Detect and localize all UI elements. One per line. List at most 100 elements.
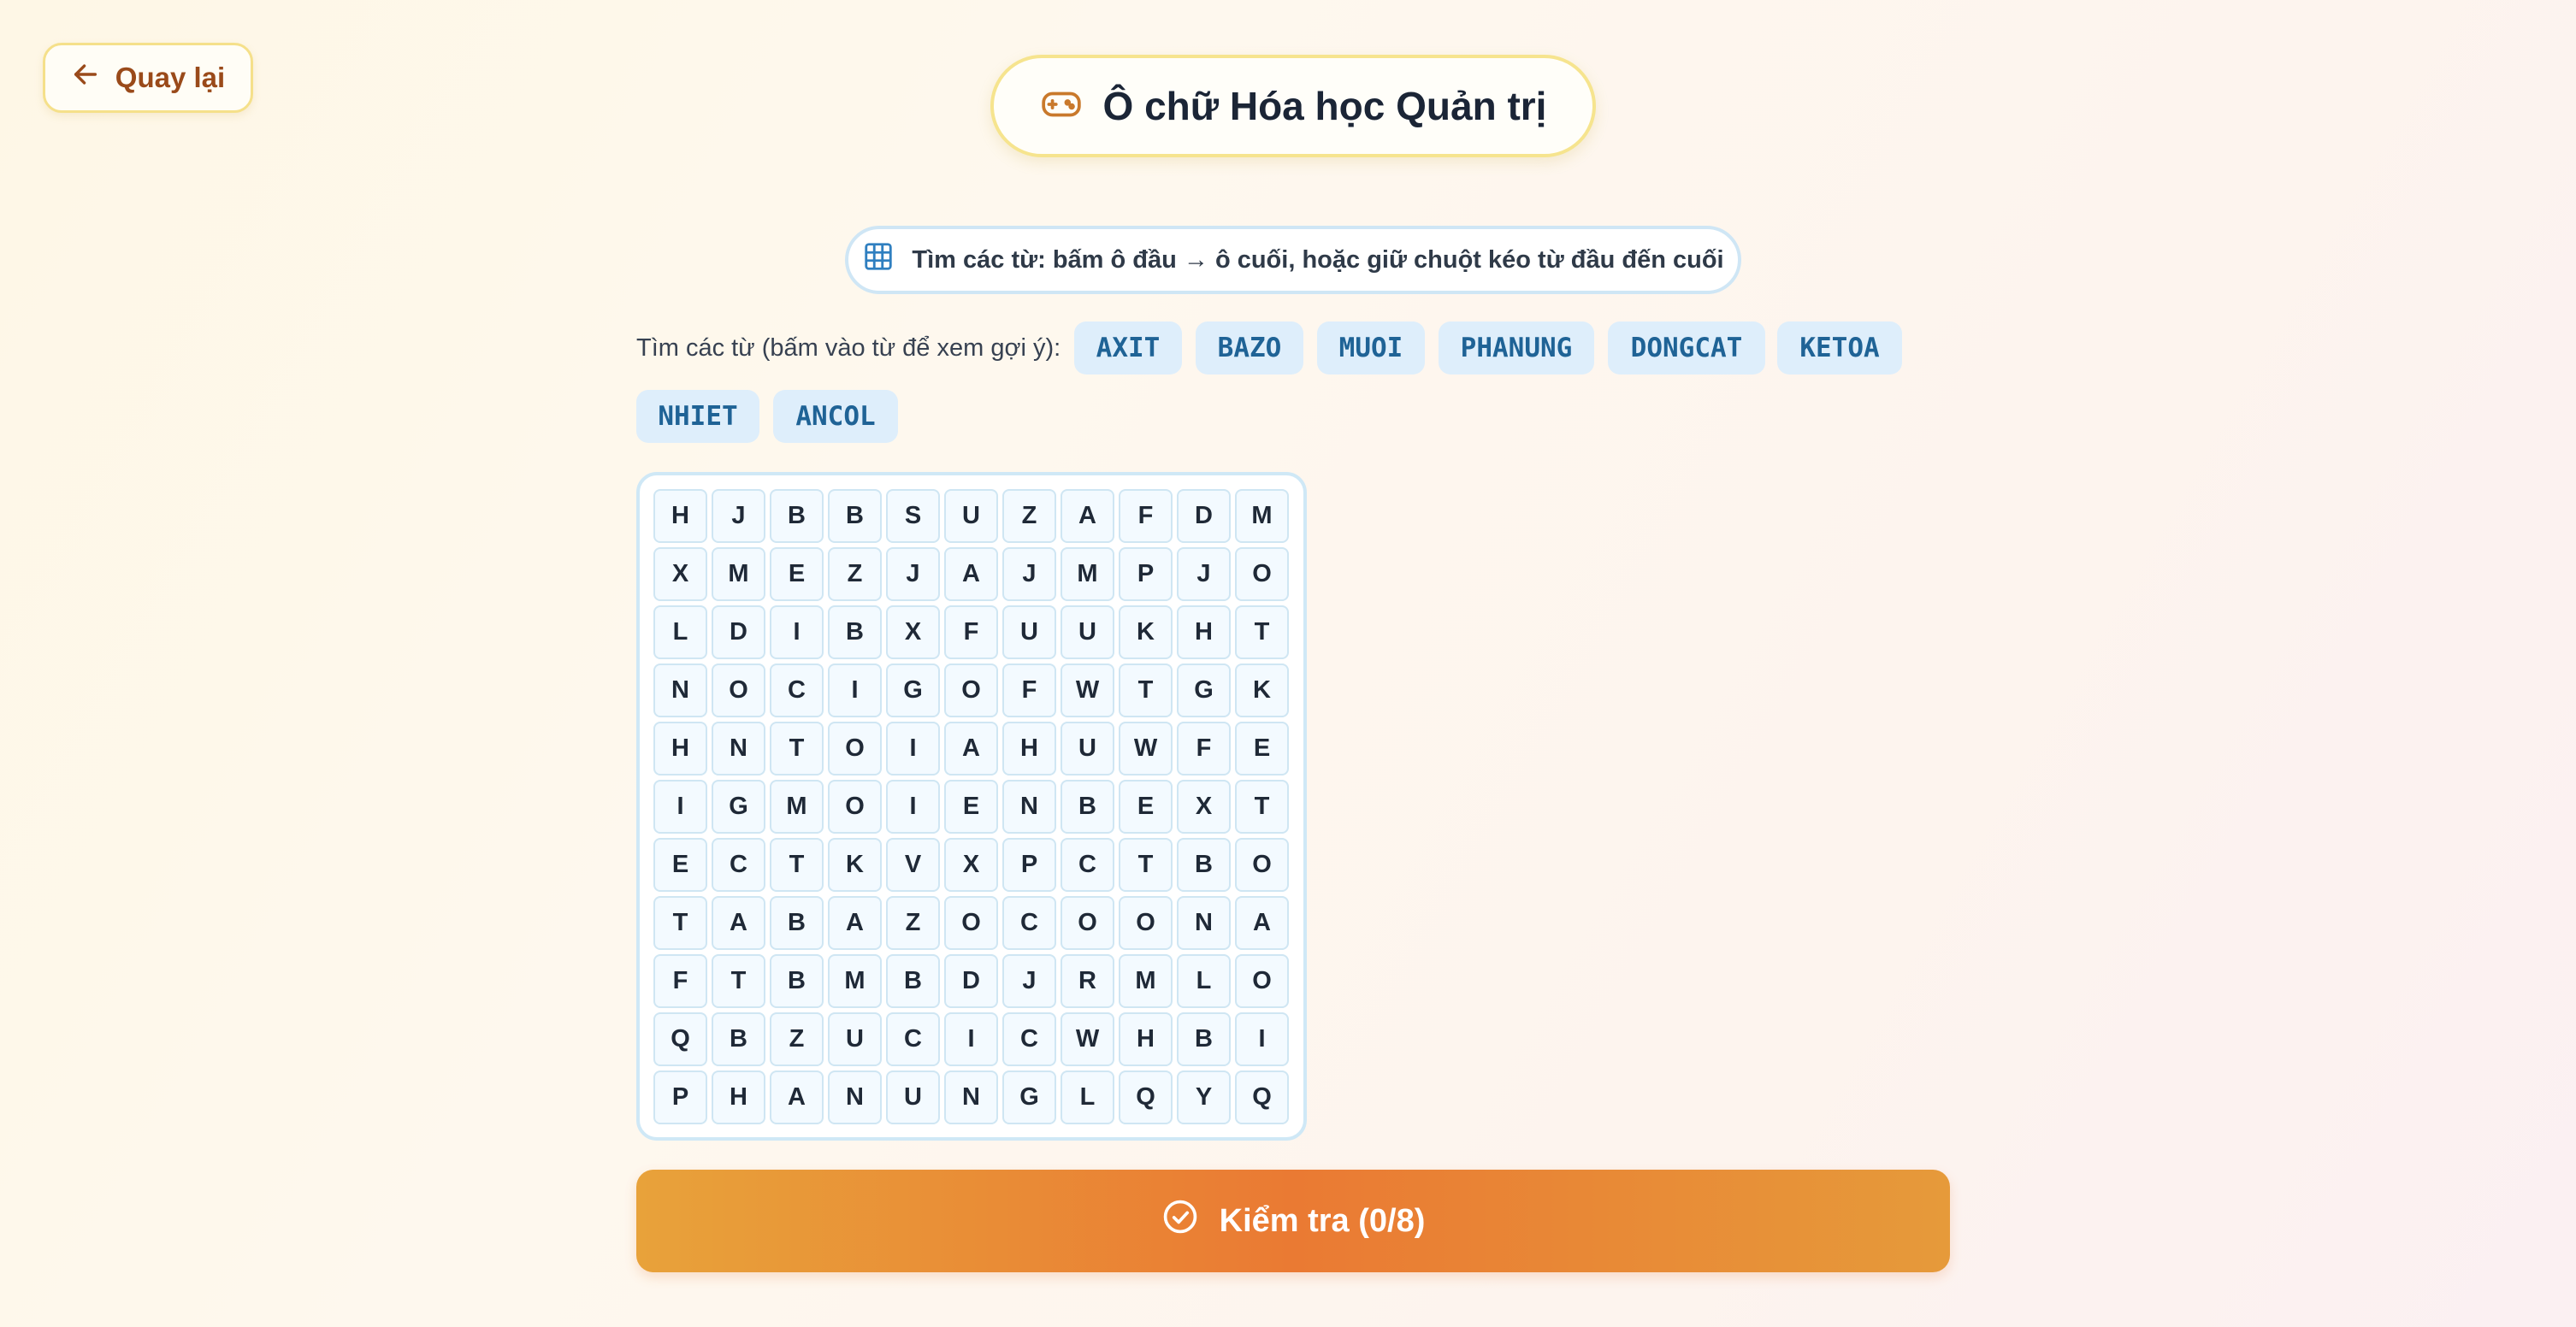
grid-cell[interactable]: A xyxy=(944,547,998,601)
grid-cell[interactable]: C xyxy=(886,1012,940,1066)
grid-cell[interactable]: T xyxy=(1119,838,1173,892)
grid-cell[interactable]: L xyxy=(1061,1070,1114,1124)
grid-cell[interactable]: O xyxy=(944,664,998,717)
grid-cell[interactable]: U xyxy=(944,489,998,543)
grid-cell[interactable]: D xyxy=(712,605,765,659)
grid-cell[interactable]: B xyxy=(712,1012,765,1066)
grid-cell[interactable]: A xyxy=(712,896,765,950)
grid-cell[interactable]: F xyxy=(1119,489,1173,543)
grid-cell[interactable]: B xyxy=(828,605,882,659)
grid-cell[interactable]: C xyxy=(712,838,765,892)
grid-cell[interactable]: H xyxy=(1177,605,1231,659)
grid-cell[interactable]: H xyxy=(1119,1012,1173,1066)
grid-cell[interactable]: I xyxy=(1235,1012,1289,1066)
grid-cell[interactable]: I xyxy=(653,780,707,834)
grid-cell[interactable]: M xyxy=(1119,954,1173,1008)
grid-cell[interactable]: Y xyxy=(1177,1070,1231,1124)
grid-cell[interactable]: E xyxy=(770,547,824,601)
grid-cell[interactable]: T xyxy=(770,722,824,776)
grid-cell[interactable]: N xyxy=(712,722,765,776)
word-chip[interactable]: NHIET xyxy=(636,390,759,443)
grid-cell[interactable]: F xyxy=(653,954,707,1008)
grid-cell[interactable]: F xyxy=(1177,722,1231,776)
grid-cell[interactable]: K xyxy=(1235,664,1289,717)
grid-cell[interactable]: J xyxy=(712,489,765,543)
grid-cell[interactable]: A xyxy=(770,1070,824,1124)
grid-cell[interactable]: O xyxy=(1061,896,1114,950)
grid-cell[interactable]: N xyxy=(1002,780,1056,834)
grid-cell[interactable]: I xyxy=(944,1012,998,1066)
grid-cell[interactable]: I xyxy=(886,722,940,776)
grid-cell[interactable]: K xyxy=(1119,605,1173,659)
grid-cell[interactable]: P xyxy=(1119,547,1173,601)
grid-cell[interactable]: O xyxy=(1235,954,1289,1008)
grid-cell[interactable]: U xyxy=(1002,605,1056,659)
grid-cell[interactable]: A xyxy=(1235,896,1289,950)
grid-cell[interactable]: N xyxy=(944,1070,998,1124)
grid-cell[interactable]: N xyxy=(1177,896,1231,950)
grid-cell[interactable]: J xyxy=(1002,954,1056,1008)
grid-cell[interactable]: F xyxy=(1002,664,1056,717)
grid-cell[interactable]: H xyxy=(1002,722,1056,776)
grid-cell[interactable]: U xyxy=(1061,722,1114,776)
grid-cell[interactable]: M xyxy=(1235,489,1289,543)
word-chip[interactable]: DONGCAT xyxy=(1608,321,1765,375)
grid-cell[interactable]: I xyxy=(770,605,824,659)
grid-cell[interactable]: E xyxy=(653,838,707,892)
grid-cell[interactable]: D xyxy=(944,954,998,1008)
grid-cell[interactable]: O xyxy=(944,896,998,950)
grid-cell[interactable]: B xyxy=(1061,780,1114,834)
grid-cell[interactable]: U xyxy=(886,1070,940,1124)
word-chip[interactable]: PHANUNG xyxy=(1439,321,1594,375)
grid-cell[interactable]: T xyxy=(653,896,707,950)
grid-cell[interactable]: X xyxy=(653,547,707,601)
grid-cell[interactable]: V xyxy=(886,838,940,892)
grid-cell[interactable]: I xyxy=(828,664,882,717)
grid-cell[interactable]: K xyxy=(828,838,882,892)
grid-cell[interactable]: R xyxy=(1061,954,1114,1008)
word-chip[interactable]: AXIT xyxy=(1074,321,1182,375)
grid-cell[interactable]: Z xyxy=(828,547,882,601)
grid-cell[interactable]: L xyxy=(1177,954,1231,1008)
grid-cell[interactable]: U xyxy=(828,1012,882,1066)
grid-cell[interactable]: I xyxy=(886,780,940,834)
grid-cell[interactable]: B xyxy=(770,954,824,1008)
grid-cell[interactable]: B xyxy=(886,954,940,1008)
grid-cell[interactable]: Q xyxy=(1235,1070,1289,1124)
grid-cell[interactable]: L xyxy=(653,605,707,659)
grid-cell[interactable]: O xyxy=(1235,838,1289,892)
grid-cell[interactable]: B xyxy=(828,489,882,543)
grid-cell[interactable]: M xyxy=(828,954,882,1008)
grid-cell[interactable]: J xyxy=(1002,547,1056,601)
grid-cell[interactable]: X xyxy=(944,838,998,892)
grid-cell[interactable]: Z xyxy=(886,896,940,950)
back-button[interactable]: Quay lại xyxy=(43,43,253,113)
grid-cell[interactable]: U xyxy=(1061,605,1114,659)
grid-cell[interactable]: C xyxy=(770,664,824,717)
grid-cell[interactable]: C xyxy=(1002,896,1056,950)
grid-cell[interactable]: W xyxy=(1061,664,1114,717)
grid-cell[interactable]: D xyxy=(1177,489,1231,543)
grid-cell[interactable]: N xyxy=(828,1070,882,1124)
grid-cell[interactable]: F xyxy=(944,605,998,659)
grid-cell[interactable]: X xyxy=(886,605,940,659)
grid-cell[interactable]: T xyxy=(1119,664,1173,717)
grid-cell[interactable]: O xyxy=(1235,547,1289,601)
grid-cell[interactable]: A xyxy=(944,722,998,776)
check-button[interactable]: Kiểm tra (0/8) xyxy=(636,1170,1950,1272)
grid-cell[interactable]: N xyxy=(653,664,707,717)
grid-cell[interactable]: G xyxy=(1002,1070,1056,1124)
grid-cell[interactable]: O xyxy=(1119,896,1173,950)
grid-cell[interactable]: H xyxy=(712,1070,765,1124)
grid-cell[interactable]: Q xyxy=(1119,1070,1173,1124)
grid-cell[interactable]: M xyxy=(712,547,765,601)
grid-cell[interactable]: J xyxy=(886,547,940,601)
grid-cell[interactable]: B xyxy=(770,489,824,543)
grid-cell[interactable]: M xyxy=(1061,547,1114,601)
grid-cell[interactable]: P xyxy=(653,1070,707,1124)
grid-cell[interactable]: C xyxy=(1061,838,1114,892)
word-chip[interactable]: BAZO xyxy=(1196,321,1303,375)
grid-cell[interactable]: W xyxy=(1061,1012,1114,1066)
grid-cell[interactable]: B xyxy=(770,896,824,950)
grid-cell[interactable]: O xyxy=(828,722,882,776)
